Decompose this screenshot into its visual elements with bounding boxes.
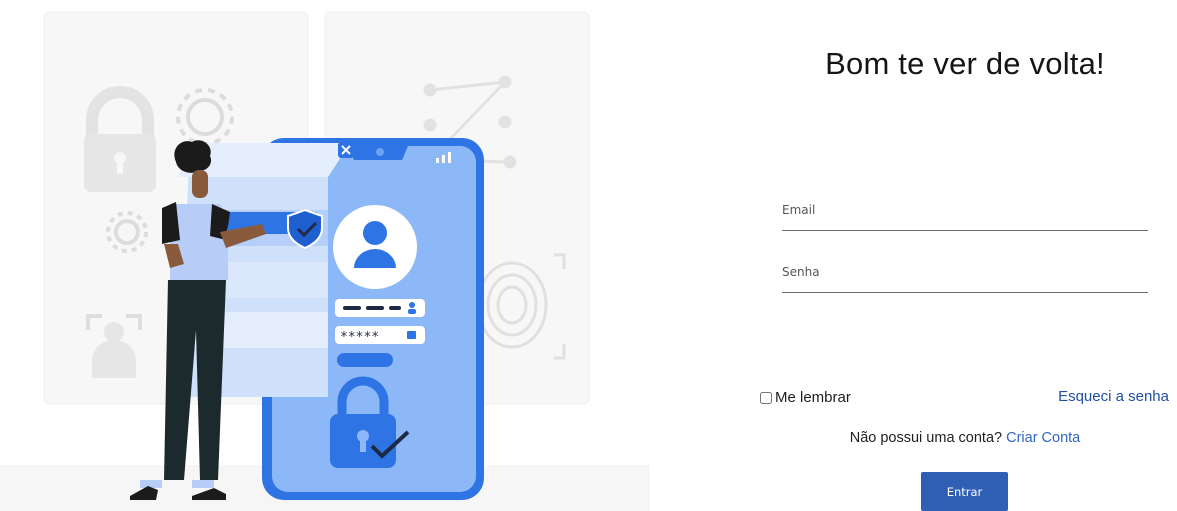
- close-icon: [338, 142, 354, 158]
- page-title: Bom te ver de volta!: [825, 46, 1105, 81]
- password-input[interactable]: [782, 259, 1148, 293]
- remember-me: Me lembrar: [760, 389, 851, 406]
- forgot-password-link[interactable]: Esqueci a senha: [1058, 388, 1169, 405]
- login-button[interactable]: Entrar: [921, 472, 1008, 511]
- signup-row: Não possui uma conta? Criar Conta: [740, 430, 1177, 446]
- remember-label[interactable]: Me lembrar: [775, 389, 851, 406]
- login-panel: Bom te ver de volta! Me lembrar Esqueci …: [740, 0, 1177, 511]
- password-mask: *****: [340, 330, 379, 345]
- remember-checkbox[interactable]: [760, 391, 772, 404]
- email-input[interactable]: [782, 197, 1148, 231]
- signup-prompt: Não possui uma conta?: [849, 430, 1003, 446]
- login-illustration: *****: [0, 0, 650, 511]
- create-account-link[interactable]: Criar Conta: [1006, 430, 1080, 446]
